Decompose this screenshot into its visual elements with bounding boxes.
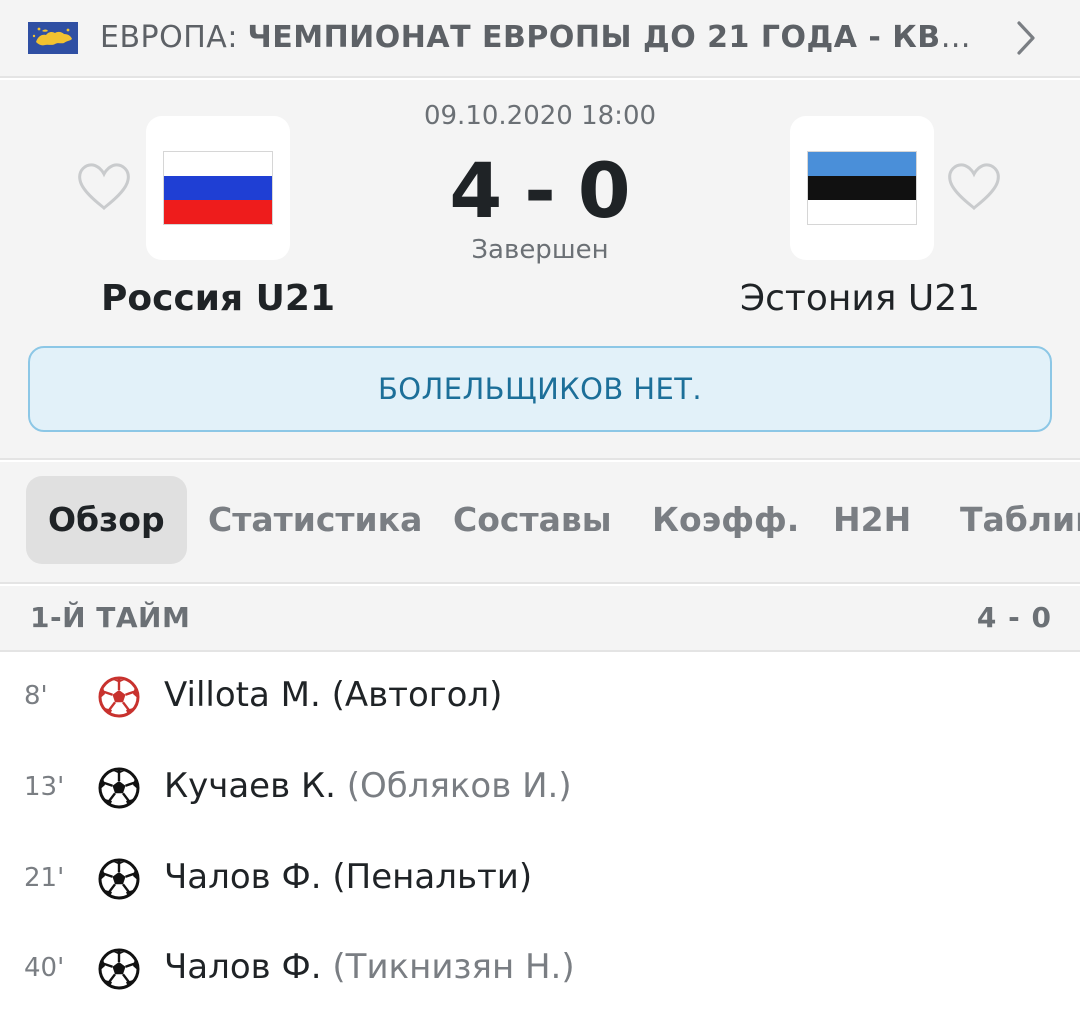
event-player-name: Кучаев К. <box>164 766 336 806</box>
league-region: ЕВРОПА: <box>100 20 238 55</box>
match-date: 09.10.2020 18:00 <box>423 101 657 131</box>
event-player: Чалов Ф. (Пенальти) <box>164 854 532 900</box>
home-team-name[interactable]: Россия U21 <box>82 276 354 322</box>
match-score: 4-0 <box>390 148 690 234</box>
league-bar[interactable]: ЕВРОПА: ЧЕМПИОНАТ ЕВРОПЫ ДО 21 ГОДА - КВ… <box>0 0 1080 78</box>
score-home: 4 <box>449 146 503 235</box>
event-minute: 21' <box>24 863 65 893</box>
event-row[interactable]: 8' Villota M. (Автогол) <box>0 652 1080 742</box>
match-header: Россия U21 09.10.2020 18:00 4-0 Завершен… <box>0 80 1080 460</box>
event-player: Кучаев К. (Обляков И.) <box>164 763 572 809</box>
match-status: Завершен <box>471 235 609 265</box>
goal-icon <box>98 948 140 990</box>
period-header: 1-Й ТАЙМ 4 - 0 <box>0 586 1080 652</box>
event-assist: (Обляков И.) <box>346 766 572 806</box>
away-team-name[interactable]: Эстония U21 <box>724 276 996 322</box>
event-minute: 40' <box>24 953 65 983</box>
away-team-logo[interactable] <box>790 116 934 260</box>
event-minute: 13' <box>24 772 65 802</box>
period-score: 4 - 0 <box>976 601 1052 634</box>
goal-icon <box>98 767 140 809</box>
own-goal-icon <box>98 676 140 718</box>
estonia-flag-icon <box>807 151 917 225</box>
chevron-right-icon[interactable] <box>1010 18 1042 58</box>
home-team-logo[interactable] <box>146 116 290 260</box>
league-competition: ЧЕМПИОНАТ ЕВРОПЫ ДО 21 ГОДА - КВАЛИФ... <box>247 20 990 55</box>
tab-odds[interactable]: Коэфф. <box>652 476 799 564</box>
tab-h2h[interactable]: H2H <box>833 476 911 564</box>
event-minute: 8' <box>24 681 48 711</box>
event-player-name: Чалов Ф. <box>164 947 322 987</box>
tab-overview[interactable]: Обзор <box>26 476 187 564</box>
goal-icon <box>98 858 140 900</box>
score-away: 0 <box>577 146 631 235</box>
period-title: 1-Й ТАЙМ <box>30 601 191 634</box>
event-assist: (Тикнизян Н.) <box>332 947 575 987</box>
favorite-away-heart-icon[interactable] <box>946 162 1002 212</box>
league-title: ЕВРОПА: ЧЕМПИОНАТ ЕВРОПЫ ДО 21 ГОДА - КВ… <box>100 18 990 58</box>
score-separator: - <box>524 146 556 235</box>
event-player-name: Чалов Ф. (Пенальти) <box>164 857 533 897</box>
europe-flag-icon <box>28 22 78 54</box>
tab-lineups[interactable]: Составы <box>453 476 612 564</box>
event-row[interactable]: 13' Кучаев К. (Обляков И.) <box>0 743 1080 833</box>
event-player-name: Villota M. (Автогол) <box>164 675 503 715</box>
event-player: Чалов Ф. (Тикнизян Н.) <box>164 944 575 990</box>
tab-statistics[interactable]: Статистика <box>208 476 422 564</box>
match-tabs: Обзор Статистика Составы Коэфф. H2H Табл… <box>0 462 1080 584</box>
tab-standings[interactable]: Таблица <box>960 476 1080 564</box>
fans-banner: БОЛЕЛЬЩИКОВ НЕТ. <box>28 346 1052 432</box>
event-row[interactable]: 40' Чалов Ф. (Тикнизян Н.) <box>0 924 1080 1014</box>
favorite-home-heart-icon[interactable] <box>76 162 132 212</box>
russia-flag-icon <box>163 151 273 225</box>
event-row[interactable]: 21' Чалов Ф. (Пенальти) <box>0 834 1080 924</box>
event-player: Villota M. (Автогол) <box>164 672 502 718</box>
